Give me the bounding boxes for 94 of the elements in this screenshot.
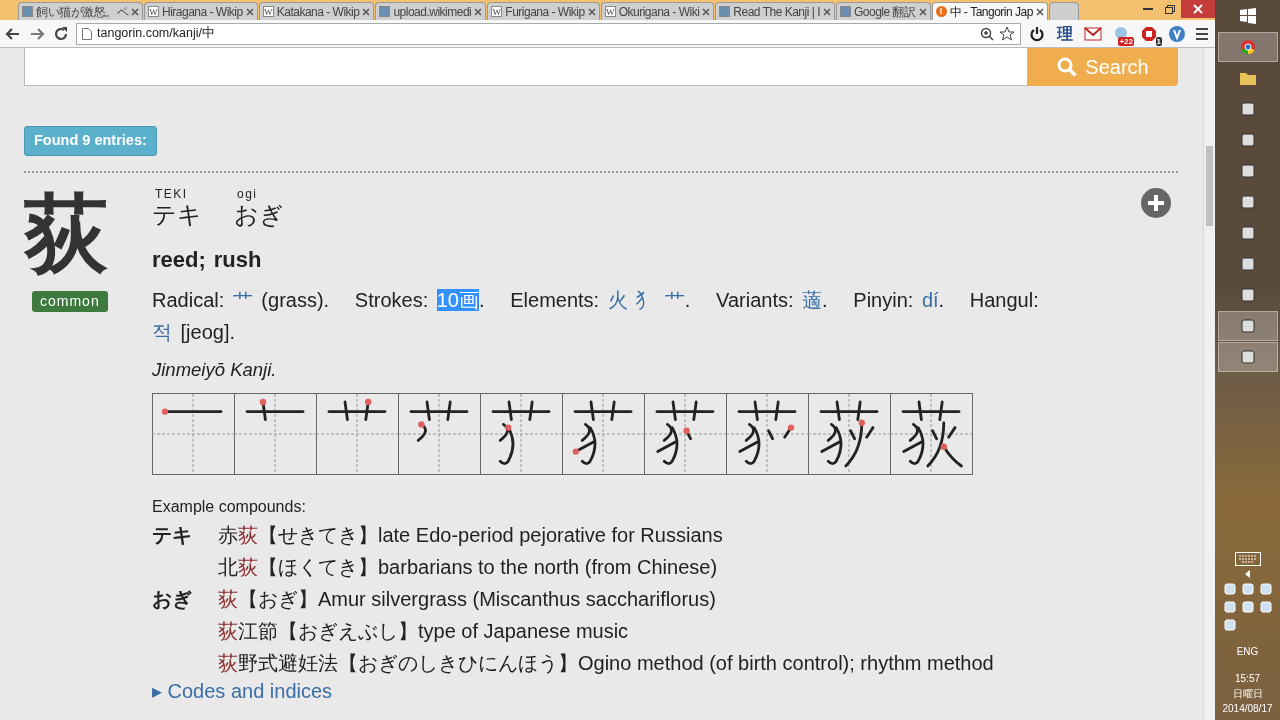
search-icon xyxy=(1057,57,1078,77)
reading-label: おぎ xyxy=(152,587,193,613)
clock-date: 2014/08/17 xyxy=(1222,702,1273,716)
extension-button[interactable] xyxy=(1167,23,1187,44)
tray-icon[interactable] xyxy=(1222,618,1237,632)
app-icon xyxy=(1240,319,1255,333)
favicon xyxy=(719,6,731,17)
info-link[interactable]: 藡 xyxy=(802,288,823,311)
add-icon[interactable] xyxy=(1140,186,1172,219)
compound-entry: 荻【おぎ】Amur silvergrass (Miscanthus sacchariflorus) xyxy=(218,587,717,613)
section-heading: Example compounds: xyxy=(152,497,307,518)
close-icon[interactable] xyxy=(1181,0,1215,18)
close-icon[interactable] xyxy=(587,7,596,16)
favicon: ! xyxy=(935,6,947,17)
scrollbar-thumb[interactable] xyxy=(1206,146,1213,226)
chrome-icon xyxy=(1239,39,1256,55)
close-icon[interactable] xyxy=(131,7,139,16)
address-bar[interactable]: tangorin.com/kanji/中 xyxy=(76,22,1021,45)
meaning-text: rush xyxy=(213,245,262,274)
close-icon[interactable] xyxy=(1035,7,1044,16)
browser-tab[interactable]: Google 翻訳 xyxy=(835,2,931,20)
browser-tab[interactable]: Read The Kanji | I xyxy=(715,2,835,20)
favicon: W xyxy=(262,6,274,17)
info-link[interactable]: 적 xyxy=(152,320,172,343)
language-indicator[interactable]: ENG xyxy=(1236,644,1259,659)
clock-day: 日曜日 xyxy=(1222,686,1273,701)
compound-entry: 赤荻【せきてき】late Edo-period pejorative for Russians xyxy=(218,523,724,549)
close-icon[interactable] xyxy=(362,7,371,16)
romaji-reading: ogi xyxy=(237,186,259,202)
kanji-info-text: Radical: 艹 (grass). Strokes: 10画. Elements: 火 犭 艹. Variants: 藡. Pinyin: dí. Hangul: 적 [jeog]. xyxy=(152,287,1040,345)
keyboard-icon[interactable] xyxy=(1234,552,1261,566)
favicon: W xyxy=(604,6,616,17)
favicon xyxy=(839,6,851,17)
result-count-label: Found 9 entries: xyxy=(24,126,157,156)
zoom-icon[interactable] xyxy=(980,26,994,41)
app-icon xyxy=(1240,195,1255,209)
app-icon xyxy=(1240,350,1255,364)
app-icon xyxy=(1240,102,1255,116)
common-tag: common xyxy=(32,290,108,312)
extension-button[interactable]: +22 xyxy=(1111,23,1131,44)
browser-tab[interactable]: ! 中 - Tangorin Jap xyxy=(931,2,1048,20)
browser-tab[interactable]: W Hiragana - Wikip xyxy=(144,2,258,20)
taskbar-button[interactable] xyxy=(1217,311,1278,341)
kana-reading[interactable]: テキ xyxy=(152,201,202,229)
extension-button[interactable]: 理 xyxy=(1055,23,1075,44)
close-icon[interactable] xyxy=(474,7,483,16)
app-icon xyxy=(1240,133,1255,147)
tray-icon[interactable] xyxy=(1240,600,1255,614)
close-icon[interactable] xyxy=(822,7,831,16)
star-icon[interactable] xyxy=(999,25,1015,42)
info-link[interactable]: dí xyxy=(921,288,939,311)
kanji-character: 荻 xyxy=(24,190,108,275)
favicon: W xyxy=(148,6,159,17)
meaning-text: reed; xyxy=(152,245,206,274)
tray-icon[interactable] xyxy=(1222,582,1237,596)
close-icon[interactable] xyxy=(702,7,711,16)
reading-label: テキ xyxy=(152,523,193,549)
browser-tab[interactable]: W Furigana - Wikip xyxy=(487,2,600,20)
windows-logo-icon[interactable] xyxy=(1239,8,1256,24)
page-icon xyxy=(82,27,92,40)
browser-tab[interactable]: upload.wikimedi xyxy=(375,2,487,20)
kana-reading[interactable]: おぎ xyxy=(234,201,284,229)
close-icon[interactable] xyxy=(245,7,254,16)
browser-tab[interactable]: W Katakana - Wikip xyxy=(258,2,375,20)
app-icon xyxy=(1240,164,1255,178)
app-icon xyxy=(1240,226,1255,240)
close-icon[interactable] xyxy=(918,7,927,16)
search-field[interactable] xyxy=(24,48,1028,86)
reload-icon[interactable] xyxy=(52,24,70,43)
app-icon xyxy=(1240,288,1255,302)
favicon xyxy=(22,6,33,17)
folder-icon xyxy=(1239,71,1256,85)
compound-entry: 荻野式避妊法【おぎのしきひにんほう】Ogino method (of birth control); rhythm method xyxy=(218,651,995,677)
romaji-reading: TEKI xyxy=(155,186,189,202)
codes-link[interactable]: ▸ Codes and indices xyxy=(152,679,1178,704)
url-text: tangorin.com/kanji/中 xyxy=(97,25,216,43)
info-link[interactable]: 艹 xyxy=(232,288,253,311)
tray-icon[interactable] xyxy=(1240,582,1255,596)
tray-icon[interactable] xyxy=(1222,600,1237,614)
app-icon xyxy=(1240,257,1255,271)
compound-entry: 荻江節【おぎえぶし】type of Japanese music xyxy=(218,619,630,645)
scrollbar[interactable] xyxy=(1203,48,1215,720)
taskbar-button[interactable] xyxy=(1217,342,1278,372)
favicon xyxy=(379,6,391,17)
clock-time: 15:57 xyxy=(1234,672,1261,686)
caret-icon[interactable] xyxy=(1244,570,1251,578)
browser-tab[interactable]: 飼い猫が激怒。ペ xyxy=(18,2,143,20)
compound-entry: 北荻【ほくてき】barbarians to the north (from Chinese) xyxy=(218,555,719,581)
favicon: W xyxy=(491,6,503,17)
tray-icon[interactable] xyxy=(1258,582,1273,596)
kanji-grade-text: Jinmeiyō Kanji. xyxy=(152,357,278,382)
tray-icon[interactable] xyxy=(1258,600,1273,614)
browser-tab[interactable]: W Okurigana - Wiki xyxy=(600,2,715,20)
info-link[interactable]: 火 犭 艹 xyxy=(607,288,685,311)
